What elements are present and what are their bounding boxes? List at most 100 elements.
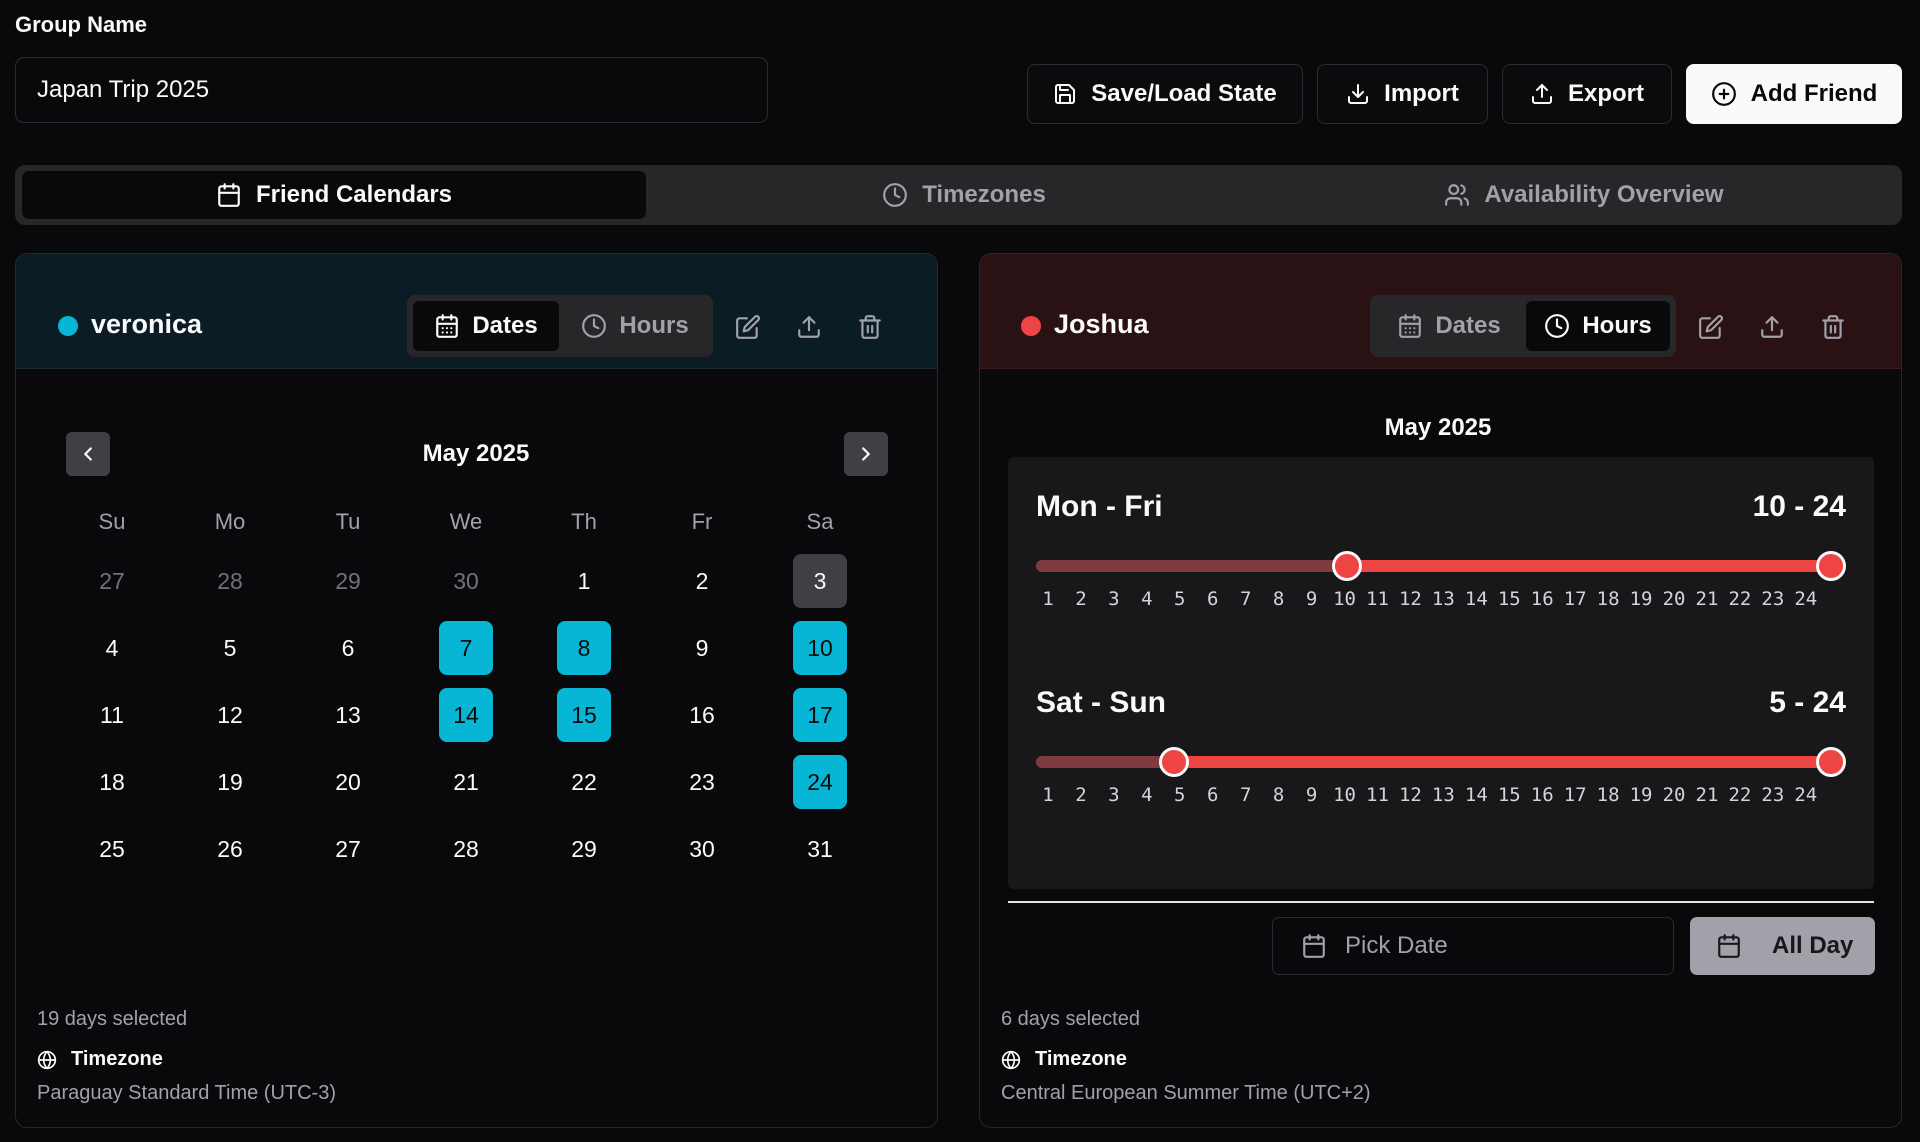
calendar-day[interactable]: 26 bbox=[203, 822, 257, 876]
calendar-day[interactable]: 5 bbox=[203, 621, 257, 675]
share-friend-button[interactable] bbox=[1757, 312, 1787, 342]
hour-tick-label: 12 bbox=[1398, 784, 1422, 806]
calendar-day-selected[interactable]: 8 bbox=[557, 621, 611, 675]
upload-icon bbox=[1759, 314, 1785, 340]
calendar-day[interactable]: 31 bbox=[793, 822, 847, 876]
edit-icon bbox=[735, 314, 761, 340]
delete-friend-button[interactable] bbox=[855, 312, 885, 342]
delete-friend-button[interactable] bbox=[1818, 312, 1848, 342]
range-value: 5 - 24 bbox=[1769, 686, 1846, 719]
hour-range-track[interactable] bbox=[1036, 560, 1831, 572]
calendar-day[interactable]: 2 bbox=[675, 554, 729, 608]
hour-tick-label: 13 bbox=[1431, 588, 1455, 610]
calendar-day[interactable]: 30 bbox=[675, 822, 729, 876]
hour-tick-label: 23 bbox=[1761, 588, 1785, 610]
calendar-day[interactable]: 29 bbox=[321, 554, 375, 608]
calendar-day-selected[interactable]: 14 bbox=[439, 688, 493, 742]
hour-tick-label: 4 bbox=[1141, 588, 1153, 610]
calendar-day-selected[interactable]: 24 bbox=[793, 755, 847, 809]
add-friend-button[interactable]: Add Friend bbox=[1686, 64, 1902, 124]
upload-icon bbox=[1530, 82, 1554, 106]
calendar-day[interactable]: 6 bbox=[321, 621, 375, 675]
hour-tick-label: 17 bbox=[1563, 588, 1587, 610]
main-tabs: Friend Calendars Timezones Availability … bbox=[15, 165, 1902, 225]
import-button[interactable]: Import bbox=[1317, 64, 1488, 124]
calendar-day[interactable]: 21 bbox=[439, 755, 493, 809]
clock-icon bbox=[1544, 313, 1570, 339]
dates-mode-button[interactable]: Dates bbox=[1376, 301, 1522, 351]
tab-availability-overview[interactable]: Availability Overview bbox=[1272, 171, 1896, 219]
range-start-thumb[interactable] bbox=[1332, 551, 1363, 581]
calendar-day[interactable]: 22 bbox=[557, 755, 611, 809]
hour-tick-label: 2 bbox=[1075, 588, 1087, 610]
tab-friend-calendars[interactable]: Friend Calendars bbox=[22, 171, 646, 219]
calendar-day-selected[interactable]: 17 bbox=[793, 688, 847, 742]
calendar-day[interactable]: 13 bbox=[321, 688, 375, 742]
calendar-icon bbox=[1716, 933, 1742, 959]
calendar-day[interactable]: 19 bbox=[203, 755, 257, 809]
dates-mode-button[interactable]: Dates bbox=[413, 301, 559, 351]
calendar-day[interactable]: 20 bbox=[321, 755, 375, 809]
hours-mode-button[interactable]: Hours bbox=[563, 301, 707, 351]
hour-tick-label: 15 bbox=[1497, 588, 1521, 610]
edit-friend-button[interactable] bbox=[1696, 312, 1726, 342]
calendar-day[interactable]: 28 bbox=[203, 554, 257, 608]
selected-days-count: 19 days selected bbox=[37, 1008, 188, 1030]
calendar-day[interactable]: 27 bbox=[321, 822, 375, 876]
hour-tick-label: 20 bbox=[1662, 588, 1686, 610]
trash-icon bbox=[857, 314, 883, 340]
calendar-day[interactable]: 4 bbox=[85, 621, 139, 675]
timezone-label: Timezone bbox=[1035, 1048, 1127, 1070]
calendar-day[interactable]: 3 bbox=[793, 554, 847, 608]
add-friend-label: Add Friend bbox=[1750, 80, 1878, 107]
calendar-day[interactable]: 16 bbox=[675, 688, 729, 742]
group-name-input[interactable] bbox=[15, 57, 768, 123]
range-end-thumb[interactable] bbox=[1816, 747, 1846, 777]
users-icon bbox=[1444, 182, 1470, 208]
save-icon bbox=[1053, 82, 1077, 106]
calendar-day[interactable]: 9 bbox=[675, 621, 729, 675]
calendar-day[interactable]: 1 bbox=[557, 554, 611, 608]
hours-mode-button[interactable]: Hours bbox=[1526, 301, 1670, 351]
calendar-day[interactable]: 12 bbox=[203, 688, 257, 742]
calendar-day-selected[interactable]: 15 bbox=[557, 688, 611, 742]
calendar-days-icon bbox=[1397, 313, 1423, 339]
hour-tick-label: 6 bbox=[1207, 784, 1219, 806]
hour-tick-label: 24 bbox=[1794, 784, 1818, 806]
export-button[interactable]: Export bbox=[1502, 64, 1672, 124]
save-load-label: Save/Load State bbox=[1091, 80, 1277, 107]
save-load-state-button[interactable]: Save/Load State bbox=[1027, 64, 1303, 124]
calendar-day[interactable]: 23 bbox=[675, 755, 729, 809]
calendar-day[interactable]: 27 bbox=[85, 554, 139, 608]
tab-availability-overview-label: Availability Overview bbox=[1484, 181, 1724, 208]
calendar-day[interactable]: 30 bbox=[439, 554, 493, 608]
hour-tick-label: 13 bbox=[1431, 784, 1455, 806]
all-day-button[interactable]: All Day bbox=[1690, 917, 1875, 975]
prev-month-button[interactable] bbox=[66, 432, 110, 476]
hour-tick-label: 5 bbox=[1174, 588, 1186, 610]
calendar-day[interactable]: 18 bbox=[85, 755, 139, 809]
calendar-day[interactable]: 25 bbox=[85, 822, 139, 876]
range-start-thumb[interactable] bbox=[1159, 747, 1190, 777]
tab-timezones[interactable]: Timezones bbox=[652, 171, 1276, 219]
hour-tick-label: 24 bbox=[1794, 588, 1818, 610]
tab-friend-calendars-label: Friend Calendars bbox=[255, 181, 453, 208]
next-month-button[interactable] bbox=[844, 432, 888, 476]
calendar-day[interactable]: 29 bbox=[557, 822, 611, 876]
edit-friend-button[interactable] bbox=[733, 312, 763, 342]
calendar-day[interactable]: 11 bbox=[85, 688, 139, 742]
hour-tick-label: 10 bbox=[1333, 784, 1356, 806]
clock-icon bbox=[882, 182, 908, 208]
calendar-day-selected[interactable]: 10 bbox=[793, 621, 847, 675]
share-friend-button[interactable] bbox=[794, 312, 824, 342]
hour-tick-label: 6 bbox=[1207, 588, 1219, 610]
pick-date-button[interactable]: Pick Date bbox=[1272, 917, 1674, 975]
hour-tick-label: 2 bbox=[1075, 784, 1087, 806]
calendar-day[interactable]: 28 bbox=[439, 822, 493, 876]
timezone-label: Timezone bbox=[71, 1048, 163, 1070]
range-end-thumb[interactable] bbox=[1816, 551, 1846, 581]
hour-tick-label: 11 bbox=[1366, 588, 1389, 610]
calendar-day-selected[interactable]: 7 bbox=[439, 621, 493, 675]
hour-range-track[interactable] bbox=[1036, 756, 1831, 768]
mode-toggle: Dates Hours bbox=[1370, 295, 1676, 357]
